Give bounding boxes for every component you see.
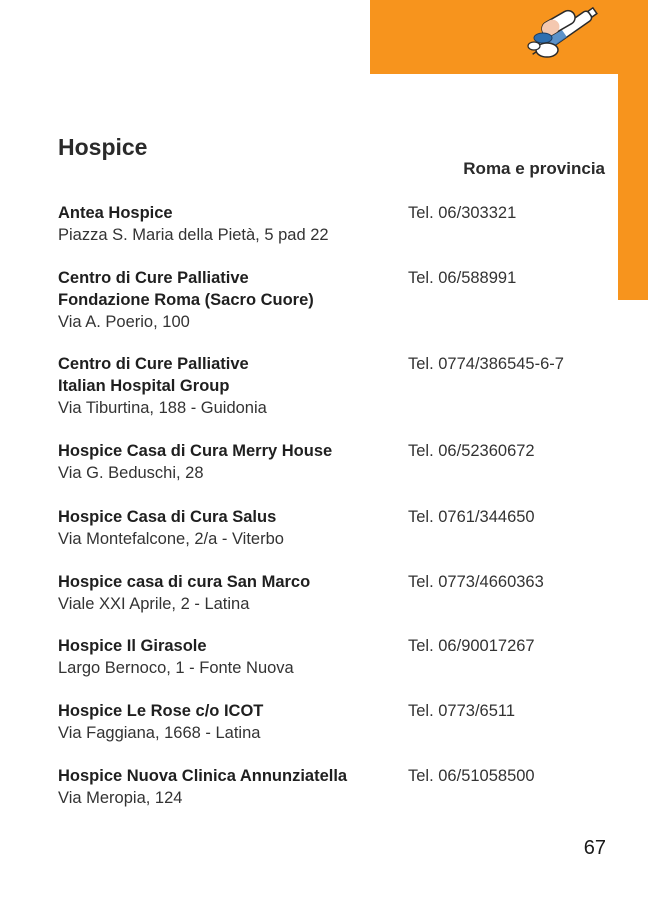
hospice-entry: Antea Hospice Piazza S. Maria della Piet… (58, 202, 618, 246)
hospice-address: Via Faggiana, 1668 - Latina (58, 724, 261, 742)
hospice-phone: Tel. 0773/6511 (408, 702, 516, 720)
hospice-phone: Tel. 06/90017267 (408, 637, 535, 655)
hospice-address: Largo Bernoco, 1 - Fonte Nuova (58, 659, 294, 677)
hospice-entry: Hospice Le Rose c/o ICOT Via Faggiana, 1… (58, 700, 618, 744)
page-title: Hospice (58, 134, 148, 160)
hospice-address: Via A. Poerio, 100 (58, 313, 190, 331)
hospice-name-line2: Italian Hospital Group (58, 377, 230, 395)
region-label: Roma e provincia (463, 159, 605, 178)
hospice-address: Via Tiburtina, 188 - Guidonia (58, 399, 267, 417)
hospice-phone: Tel. 0774/386545-6-7 (408, 355, 564, 373)
hospice-entry: Centro di Cure Palliative Fondazione Rom… (58, 267, 618, 333)
hospice-entry: Hospice Il Girasole Largo Bernoco, 1 - F… (58, 635, 618, 679)
hospice-address: Via Montefalcone, 2/a - Viterbo (58, 530, 284, 548)
hospice-name: Centro di Cure Palliative (58, 269, 249, 287)
hospice-address: Via G. Beduschi, 28 (58, 464, 204, 482)
hospice-address: Piazza S. Maria della Pietà, 5 pad 22 (58, 226, 329, 244)
hospice-entry: Hospice Casa di Cura Salus Via Montefalc… (58, 506, 618, 550)
hospice-phone: Tel. 0761/344650 (408, 508, 535, 526)
hospice-entry: Hospice Casa di Cura Merry House Via G. … (58, 440, 618, 484)
hospice-address: Viale XXI Aprile, 2 - Latina (58, 595, 250, 613)
hospice-phone: Tel. 06/303321 (408, 204, 517, 222)
hospice-entry: Hospice casa di cura San Marco Viale XXI… (58, 571, 618, 615)
pills-syringe-icon (527, 6, 598, 58)
hospice-phone: Tel. 06/52360672 (408, 442, 535, 460)
side-tab (618, 0, 648, 300)
hospice-phone: Tel. 0773/4660363 (408, 573, 544, 591)
page-number: 67 (583, 837, 606, 859)
hospice-name: Antea Hospice (58, 204, 173, 222)
hospice-entry: Centro di Cure Palliative Italian Hospit… (58, 353, 618, 419)
hospice-name: Hospice Le Rose c/o ICOT (58, 702, 264, 720)
hospice-phone: Tel. 06/588991 (408, 269, 517, 287)
hospice-address: Via Meropia, 124 (58, 789, 183, 807)
hospice-phone: Tel. 06/51058500 (408, 767, 535, 785)
hospice-name-line2: Fondazione Roma (Sacro Cuore) (58, 291, 314, 309)
hospice-entry: Hospice Nuova Clinica Annunziatella Via … (58, 765, 618, 809)
